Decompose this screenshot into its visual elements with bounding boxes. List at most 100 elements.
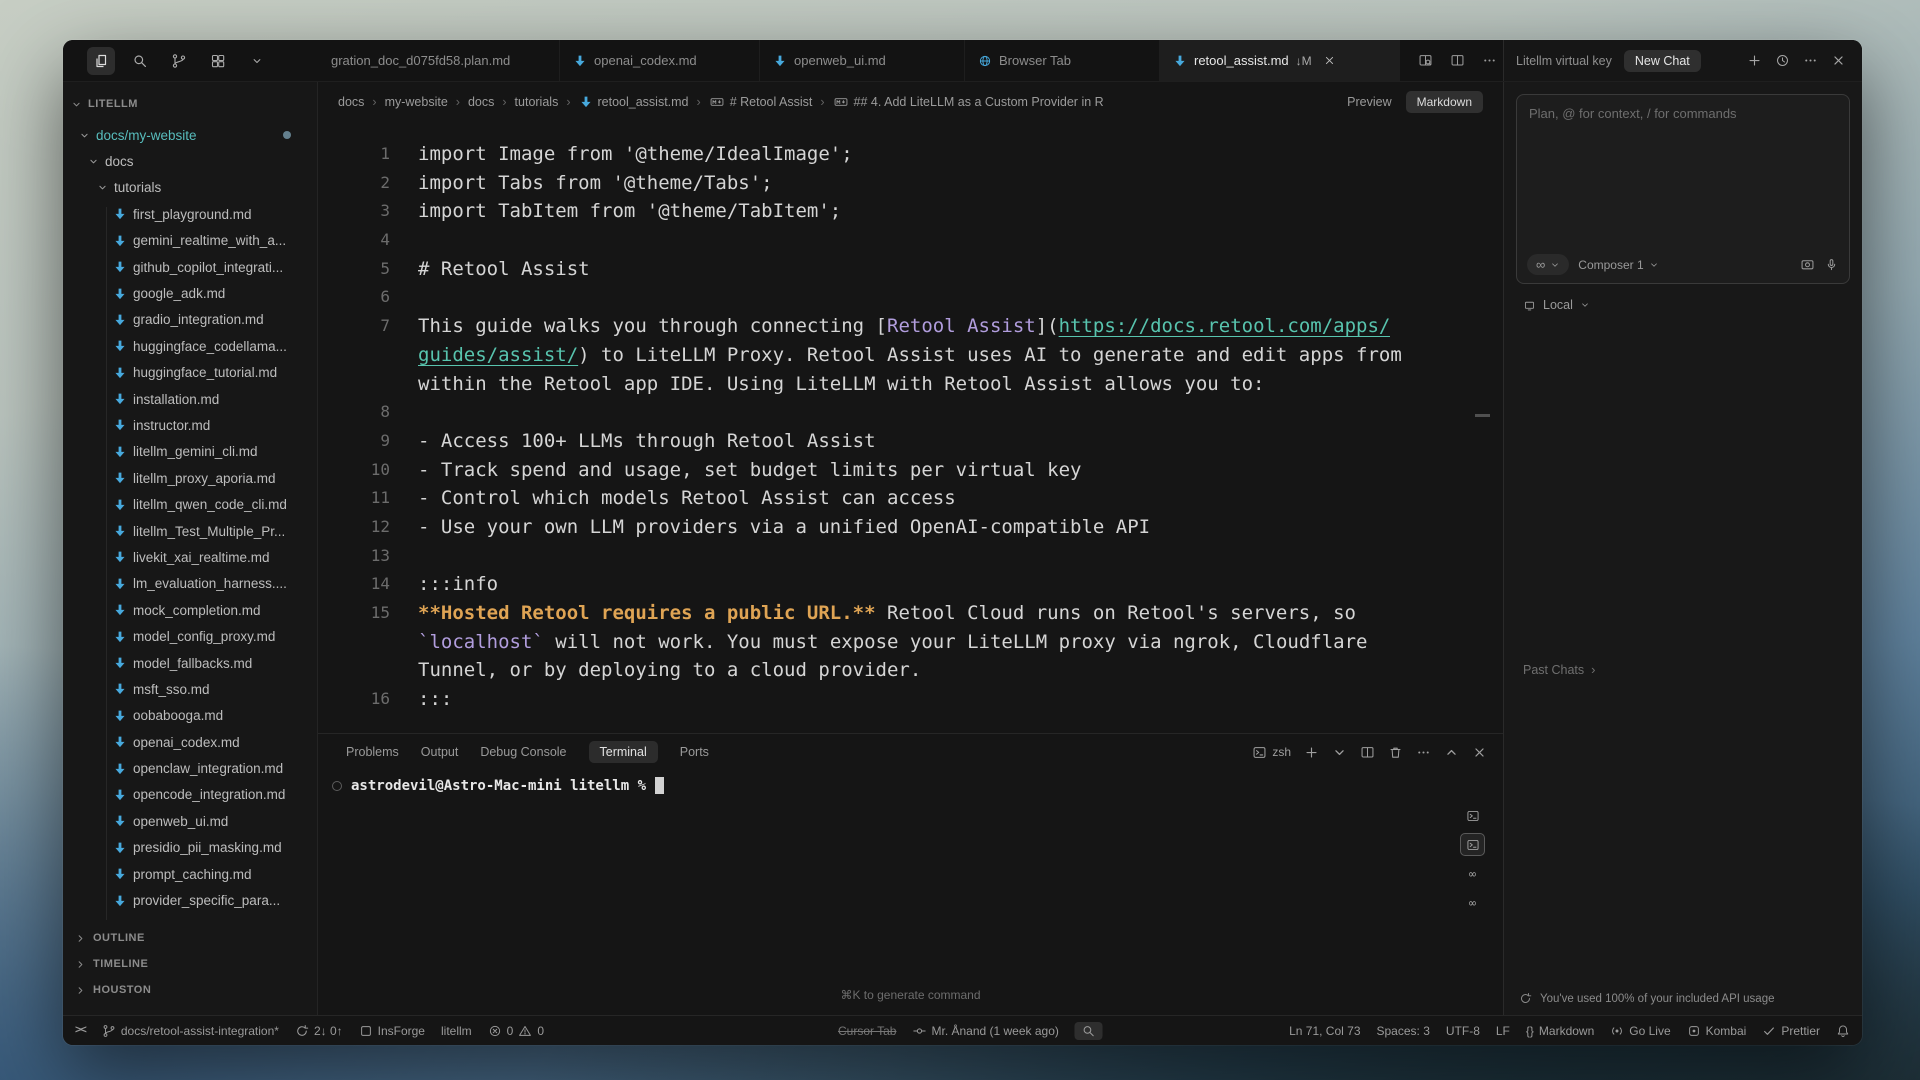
breadcrumb-item[interactable]: tutorials — [515, 95, 559, 109]
tree-item-file[interactable]: github_copilot_integrati... — [63, 254, 317, 280]
activity-chevron-down-icon[interactable] — [243, 47, 271, 75]
tree-item-folder[interactable]: tutorials — [63, 175, 317, 201]
tree-item-file[interactable]: model_config_proxy.md — [63, 623, 317, 649]
status-git-sync[interactable]: 2↓ 0↑ — [295, 1024, 343, 1038]
composer-selector[interactable]: Composer 1 — [1578, 258, 1658, 272]
tree-item-file[interactable]: msft_sso.md — [63, 676, 317, 702]
terminal-more-icon[interactable] — [1416, 745, 1431, 760]
shell-indicator[interactable]: zsh — [1252, 745, 1291, 760]
tree-item-file[interactable]: instructor.md — [63, 412, 317, 438]
add-chat-icon[interactable] — [1747, 53, 1762, 68]
status-indentation[interactable]: Spaces: 3 — [1377, 1024, 1430, 1038]
chat-tab-title[interactable]: Litellm virtual key — [1516, 54, 1612, 68]
tree-item-folder[interactable]: docs/my-website — [63, 122, 317, 148]
workspace-header[interactable]: LITELLM — [63, 94, 317, 122]
status-git-branch[interactable]: docs/retool-assist-integration* — [102, 1024, 279, 1038]
new-terminal-icon[interactable] — [1304, 745, 1319, 760]
tree-item-file[interactable]: litellm_proxy_aporia.md — [63, 465, 317, 491]
split-editor-icon[interactable] — [1450, 53, 1465, 68]
status-cursor-tab-toggle[interactable]: Cursor Tab — [838, 1024, 896, 1038]
activity-source-control-icon[interactable] — [165, 47, 193, 75]
tree-item-file[interactable]: openclaw_integration.md — [63, 755, 317, 781]
more-actions-icon[interactable] — [1482, 53, 1497, 68]
tree-item-file[interactable]: gradio_integration.md — [63, 307, 317, 333]
terminal-session[interactable]: ∞ — [1460, 891, 1485, 914]
status-kombai[interactable]: Kombai — [1687, 1024, 1747, 1038]
tree-item-folder[interactable]: docs — [63, 148, 317, 174]
editor-tab[interactable]: gration_doc_d075fd58.plan.md — [318, 40, 560, 81]
tree-item-file[interactable]: litellm_gemini_cli.md — [63, 439, 317, 465]
tree-item-file[interactable]: gemini_realtime_with_a... — [63, 228, 317, 254]
tree-item-file[interactable]: openweb_ui.md — [63, 808, 317, 834]
tree-item-file[interactable]: huggingface_codellama... — [63, 333, 317, 359]
tree-item-file[interactable]: model_fallbacks.md — [63, 650, 317, 676]
tree-item-file[interactable]: huggingface_tutorial.md — [63, 360, 317, 386]
terminal-session[interactable] — [1460, 833, 1485, 856]
new-chat-tab[interactable]: New Chat — [1624, 50, 1701, 72]
open-preview-icon[interactable] — [1418, 53, 1433, 68]
editor-tab[interactable]: openweb_ui.md — [760, 40, 965, 81]
sidebar-section-houston[interactable]: HOUSTON — [63, 977, 317, 1003]
microphone-icon[interactable] — [1824, 257, 1839, 272]
tree-item-file[interactable]: presidio_pii_masking.md — [63, 835, 317, 861]
past-chats[interactable]: Past Chats › — [1523, 662, 1595, 677]
editor-tab[interactable]: openai_codex.md — [560, 40, 760, 81]
panel-tab-output[interactable]: Output — [421, 745, 459, 759]
panel-tab-problems[interactable]: Problems — [346, 745, 399, 759]
status-problems-count[interactable]: 00 — [488, 1024, 544, 1038]
breadcrumb-item[interactable]: ## 4. Add LiteLLM as a Custom Provider i… — [833, 95, 1104, 109]
tree-item-file[interactable]: first_playground.md — [63, 201, 317, 227]
breadcrumb-item[interactable]: # Retool Assist — [709, 95, 813, 109]
breadcrumb-item[interactable]: docs — [468, 95, 494, 109]
local-selector[interactable]: Local — [1504, 284, 1862, 312]
tree-item-file[interactable]: lm_evaluation_harness.... — [63, 571, 317, 597]
status-git-blame[interactable]: Mr. Ånand (1 week ago) — [912, 1024, 1058, 1038]
status-prettier[interactable]: Prettier — [1762, 1024, 1820, 1038]
tree-item-file[interactable]: installation.md — [63, 386, 317, 412]
kill-terminal-icon[interactable] — [1388, 745, 1403, 760]
maximize-panel-icon[interactable] — [1444, 745, 1459, 760]
tree-item-file[interactable]: provider_specific_para... — [63, 887, 317, 913]
tree-item-file[interactable]: livekit_xai_realtime.md — [63, 544, 317, 570]
attach-image-icon[interactable] — [1800, 257, 1815, 272]
status-insforge[interactable]: InsForge — [359, 1024, 425, 1038]
terminal-dropdown-icon[interactable] — [1332, 745, 1347, 760]
editor-tab[interactable]: retool_assist.md↓M — [1160, 40, 1400, 81]
sidebar-section-outline[interactable]: OUTLINE — [63, 925, 317, 951]
terminal-session[interactable] — [1460, 804, 1485, 827]
status-language-mode[interactable]: {}Markdown — [1526, 1024, 1594, 1038]
close-chat-icon[interactable] — [1831, 53, 1846, 68]
close-panel-icon[interactable] — [1472, 745, 1487, 760]
agent-mode-selector[interactable]: ∞ — [1527, 254, 1569, 275]
status-encoding[interactable]: UTF-8 — [1446, 1024, 1480, 1038]
tree-item-file[interactable]: litellm_qwen_code_cli.md — [63, 491, 317, 517]
panel-tab-ports[interactable]: Ports — [680, 745, 709, 759]
preview-button[interactable]: Preview — [1347, 95, 1391, 109]
split-terminal-icon[interactable] — [1360, 745, 1375, 760]
code-editor[interactable]: 1import Image from '@theme/IdealImage';2… — [318, 122, 1503, 733]
sidebar-section-timeline[interactable]: TIMELINE — [63, 951, 317, 977]
markdown-mode-button[interactable]: Markdown — [1406, 91, 1483, 113]
tree-item-file[interactable]: litellm_Test_Multiple_Pr... — [63, 518, 317, 544]
status-remote-indicator[interactable]: >< — [75, 1025, 86, 1036]
chat-input[interactable] — [1517, 95, 1849, 225]
editor-tab[interactable]: Browser Tab — [965, 40, 1160, 81]
panel-tab-terminal[interactable]: Terminal — [589, 741, 658, 763]
close-tab-icon[interactable] — [1323, 54, 1336, 67]
breadcrumb-item[interactable]: my-website — [385, 95, 448, 109]
panel-tab-debug-console[interactable]: Debug Console — [480, 745, 566, 759]
status-cursor-position[interactable]: Ln 71, Col 73 — [1289, 1024, 1360, 1038]
chat-history-icon[interactable] — [1775, 53, 1790, 68]
chat-more-icon[interactable] — [1803, 53, 1818, 68]
status-search-toggle[interactable] — [1075, 1022, 1103, 1040]
status-notifications[interactable] — [1836, 1024, 1850, 1038]
activity-search-icon[interactable] — [126, 47, 154, 75]
tree-item-file[interactable]: oobabooga.md — [63, 703, 317, 729]
tree-item-file[interactable]: mock_completion.md — [63, 597, 317, 623]
terminal-viewport[interactable]: astrodevil@Astro-Mac-mini litellm % ∞∞ ⌘… — [318, 770, 1503, 1015]
terminal-session[interactable]: ∞ — [1460, 862, 1485, 885]
breadcrumb-item[interactable]: docs — [338, 95, 364, 109]
tree-item-file[interactable]: openai_codex.md — [63, 729, 317, 755]
status-go-live[interactable]: Go Live — [1610, 1024, 1670, 1038]
status-eol[interactable]: LF — [1496, 1024, 1510, 1038]
